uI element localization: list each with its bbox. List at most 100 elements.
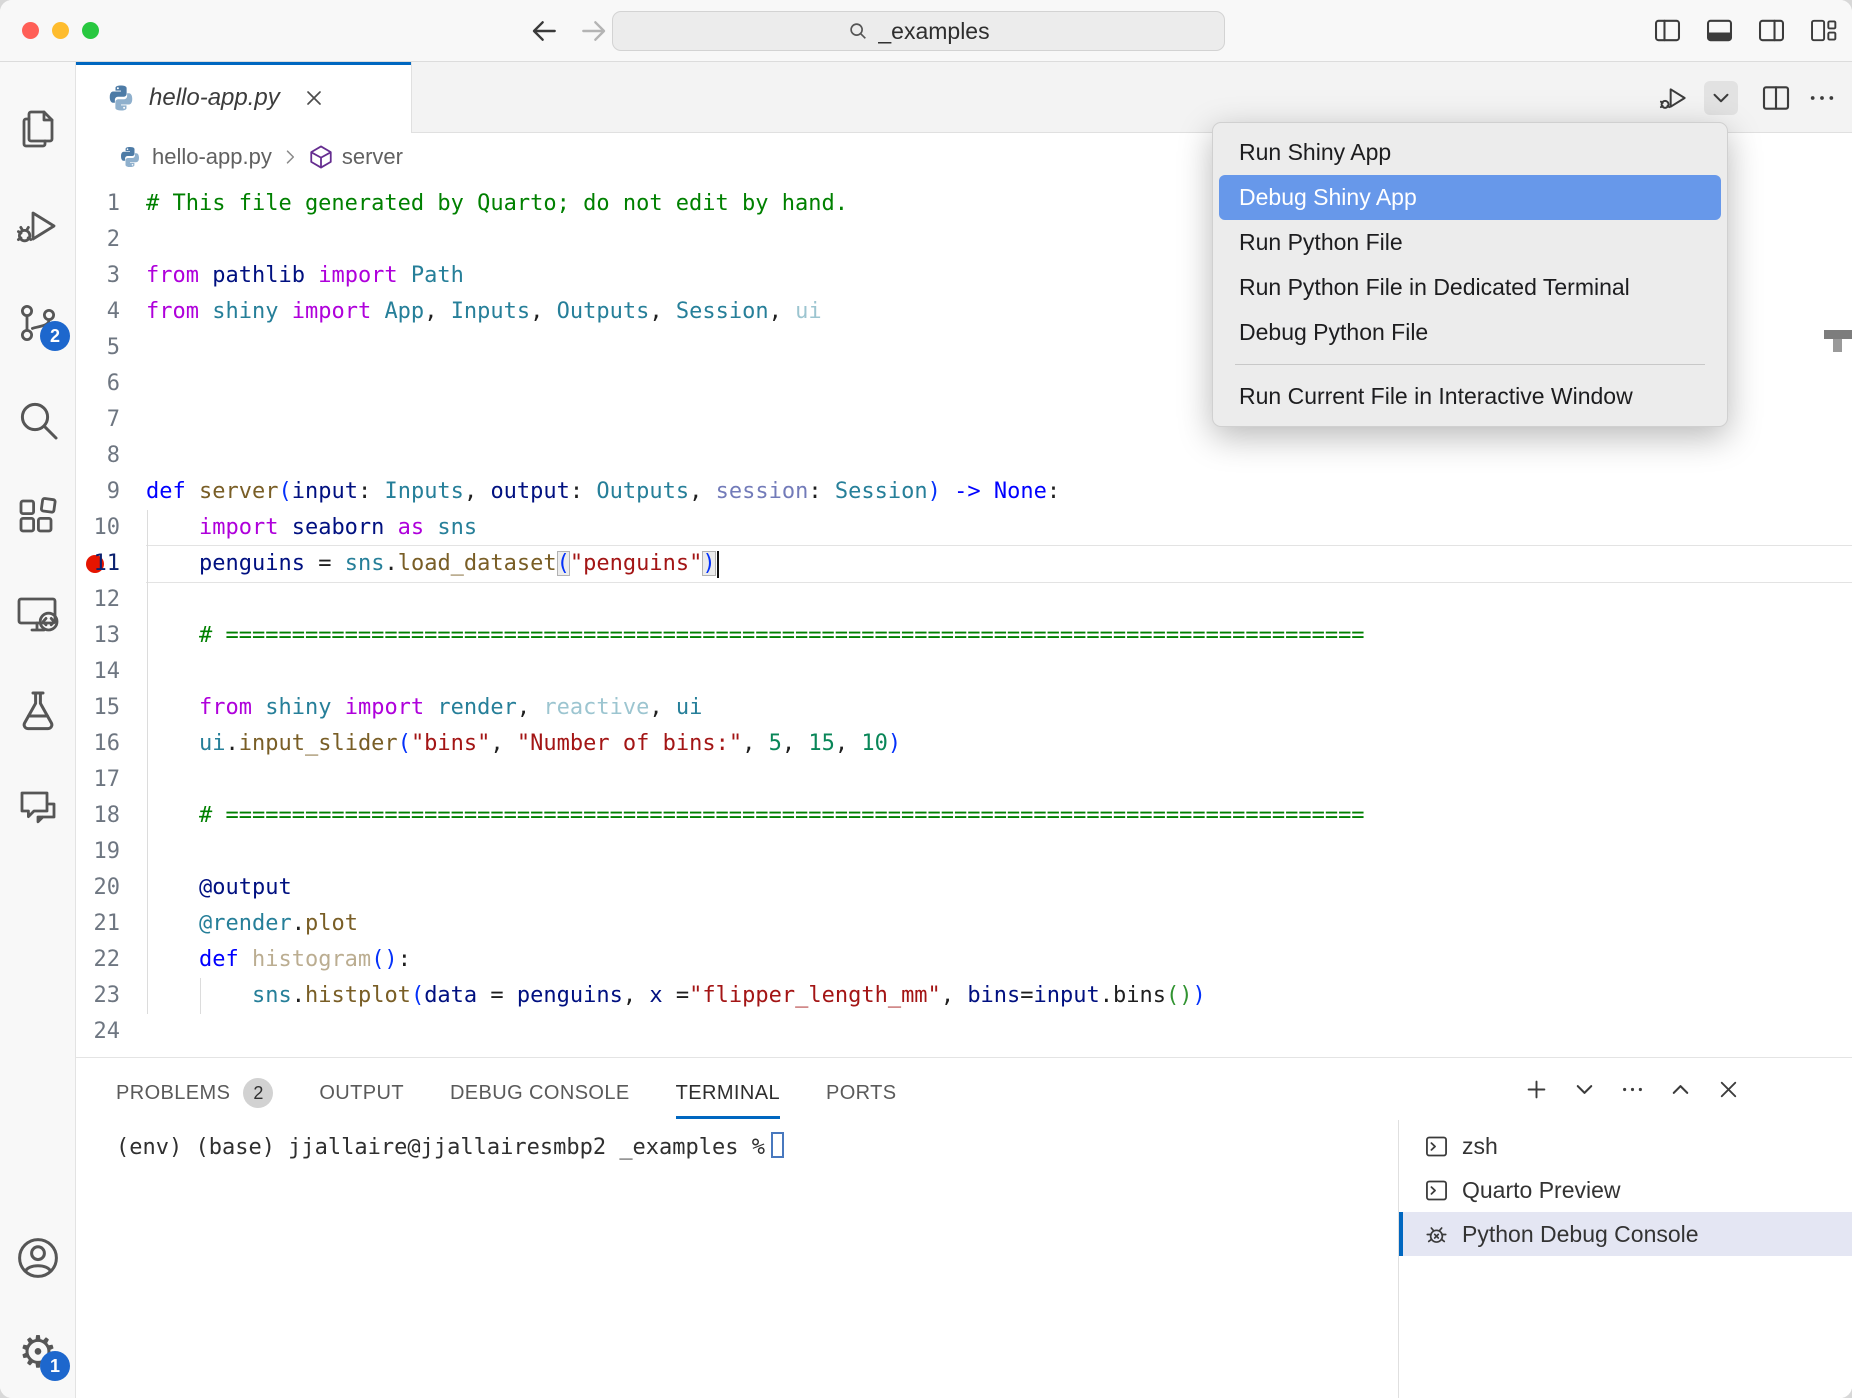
- code-token: def: [146, 479, 199, 504]
- navigate-forward-icon[interactable]: [578, 15, 610, 47]
- code-token: ,: [649, 299, 676, 324]
- code-line-20[interactable]: 20 @output: [76, 870, 1852, 906]
- code-text: [146, 1014, 1852, 1050]
- launch-profile-icon[interactable]: [1571, 1076, 1598, 1103]
- code-line-24[interactable]: 24: [76, 1014, 1852, 1050]
- new-terminal-icon[interactable]: [1523, 1076, 1550, 1103]
- line-gutter[interactable]: 16: [76, 726, 146, 762]
- navigate-back-icon[interactable]: [528, 15, 560, 47]
- panel-tab-debug-console[interactable]: DEBUG CONSOLE: [450, 1082, 630, 1105]
- menu-item-run-python-file[interactable]: Run Python File: [1213, 220, 1727, 265]
- split-editor-button[interactable]: [1760, 82, 1792, 114]
- code-token: bins: [967, 983, 1020, 1008]
- terminal-list-item-python-debug-console[interactable]: Python Debug Console: [1399, 1212, 1852, 1256]
- code-line-10[interactable]: 10 import seaborn as sns: [76, 510, 1852, 546]
- command-center-search[interactable]: _examples: [612, 11, 1225, 51]
- tab-hello-app-py[interactable]: hello-app.py: [76, 62, 412, 133]
- sidebar-item-account[interactable]: [14, 1234, 62, 1282]
- line-gutter[interactable]: 24: [76, 1014, 146, 1050]
- line-gutter[interactable]: 15: [76, 690, 146, 726]
- line-gutter[interactable]: 7: [76, 402, 146, 438]
- code-token: =: [663, 983, 690, 1008]
- customize-layout-icon[interactable]: [1809, 16, 1838, 45]
- terminal-prompt: (env) (base) jjallaire@jjallairesmbp2 _e…: [116, 1135, 765, 1160]
- line-gutter[interactable]: 4: [76, 294, 146, 330]
- code-line-14[interactable]: 14: [76, 654, 1852, 690]
- code-line-19[interactable]: 19: [76, 834, 1852, 870]
- line-gutter[interactable]: 5: [76, 330, 146, 366]
- menu-separator: [1235, 364, 1705, 365]
- code-token: ,: [835, 731, 862, 756]
- code-line-22[interactable]: 22 def histogram():: [76, 942, 1852, 978]
- sidebar-item-run-and-debug[interactable]: [14, 202, 62, 250]
- menu-item-debug-python-file[interactable]: Debug Python File: [1213, 310, 1727, 355]
- line-gutter[interactable]: 19: [76, 834, 146, 870]
- line-gutter[interactable]: 17: [76, 762, 146, 798]
- run-or-debug-button[interactable]: [1658, 82, 1690, 114]
- symbol-method-icon: [308, 144, 334, 170]
- line-gutter[interactable]: 14: [76, 654, 146, 690]
- menu-item-run-shiny-app[interactable]: Run Shiny App: [1213, 130, 1727, 175]
- sidebar-item-extensions[interactable]: [14, 493, 62, 541]
- code-line-9[interactable]: 9def server(input: Inputs, output: Outpu…: [76, 474, 1852, 510]
- terminal-list-item-zsh[interactable]: zsh: [1399, 1124, 1852, 1168]
- maximize-panel-icon[interactable]: [1667, 1076, 1694, 1103]
- code-line-17[interactable]: 17: [76, 762, 1852, 798]
- traffic-light-minimize[interactable]: [52, 22, 69, 39]
- tab-close-icon[interactable]: [302, 86, 326, 110]
- code-line-21[interactable]: 21 @render.plot: [76, 906, 1852, 942]
- sidebar-item-remote-explorer[interactable]: [14, 590, 62, 638]
- traffic-light-zoom[interactable]: [82, 22, 99, 39]
- code-line-13[interactable]: 13 # ===================================…: [76, 618, 1852, 654]
- breadcrumb-file[interactable]: hello-app.py: [152, 144, 272, 170]
- line-gutter[interactable]: 20: [76, 870, 146, 906]
- panel-tab-terminal[interactable]: TERMINAL: [676, 1082, 780, 1105]
- close-panel-icon[interactable]: [1715, 1076, 1742, 1103]
- traffic-light-close[interactable]: [22, 22, 39, 39]
- line-gutter[interactable]: 22: [76, 942, 146, 978]
- menu-item-run-python-file-in-dedicated-terminal[interactable]: Run Python File in Dedicated Terminal: [1213, 265, 1727, 310]
- code-token: App: [384, 299, 424, 324]
- code-line-8[interactable]: 8: [76, 438, 1852, 474]
- terminal-list-item-quarto-preview[interactable]: Quarto Preview: [1399, 1168, 1852, 1212]
- sidebar-item-testing[interactable]: [14, 687, 62, 735]
- panel-tab-output[interactable]: OUTPUT: [319, 1082, 404, 1105]
- panel-tab-problems[interactable]: PROBLEMS2: [116, 1078, 273, 1108]
- code-line-16[interactable]: 16 ui.input_slider("bins", "Number of bi…: [76, 726, 1852, 762]
- toggle-primary-sidebar-icon[interactable]: [1653, 16, 1682, 45]
- menu-item-debug-shiny-app[interactable]: Debug Shiny App: [1219, 175, 1721, 220]
- line-gutter[interactable]: 12: [76, 582, 146, 618]
- line-gutter[interactable]: 8: [76, 438, 146, 474]
- code-line-18[interactable]: 18 # ===================================…: [76, 798, 1852, 834]
- sidebar-item-explorer[interactable]: [14, 105, 62, 153]
- more-icon[interactable]: [1619, 1076, 1646, 1103]
- terminal-output[interactable]: (env) (base) jjallaire@jjallairesmbp2 _e…: [116, 1130, 784, 1166]
- bug-icon: [1399, 1221, 1462, 1248]
- code-token: sns: [345, 551, 385, 576]
- line-gutter[interactable]: 9: [76, 474, 146, 510]
- sidebar-item-search[interactable]: [14, 396, 62, 444]
- line-gutter[interactable]: 2: [76, 222, 146, 258]
- code-line-23[interactable]: 23 sns.histplot(data = penguins, x ="fli…: [76, 978, 1852, 1014]
- code-line-15[interactable]: 15 from shiny import render, reactive, u…: [76, 690, 1852, 726]
- panel-tab-ports[interactable]: PORTS: [826, 1082, 897, 1105]
- code-line-11[interactable]: 11 penguins = sns.load_dataset("penguins…: [76, 546, 1852, 582]
- menu-item-run-current-file-in-interactive-window[interactable]: Run Current File in Interactive Window: [1213, 374, 1727, 419]
- line-gutter[interactable]: 10: [76, 510, 146, 546]
- sidebar-item-comments[interactable]: [14, 784, 62, 832]
- line-gutter[interactable]: 13: [76, 618, 146, 654]
- run-dropdown-button[interactable]: [1704, 81, 1738, 115]
- line-gutter[interactable]: 18: [76, 798, 146, 834]
- line-gutter[interactable]: 23: [76, 978, 146, 1014]
- line-gutter[interactable]: 6: [76, 366, 146, 402]
- more-actions-button[interactable]: [1806, 82, 1838, 114]
- toggle-secondary-sidebar-icon[interactable]: [1757, 16, 1786, 45]
- line-gutter[interactable]: 11: [76, 546, 146, 582]
- toggle-panel-icon[interactable]: [1705, 16, 1734, 45]
- line-gutter[interactable]: 1: [76, 186, 146, 222]
- line-gutter[interactable]: 3: [76, 258, 146, 294]
- terminal-list-label: zsh: [1462, 1133, 1498, 1160]
- code-line-12[interactable]: 12: [76, 582, 1852, 618]
- breadcrumb-symbol[interactable]: server: [342, 144, 403, 170]
- line-gutter[interactable]: 21: [76, 906, 146, 942]
